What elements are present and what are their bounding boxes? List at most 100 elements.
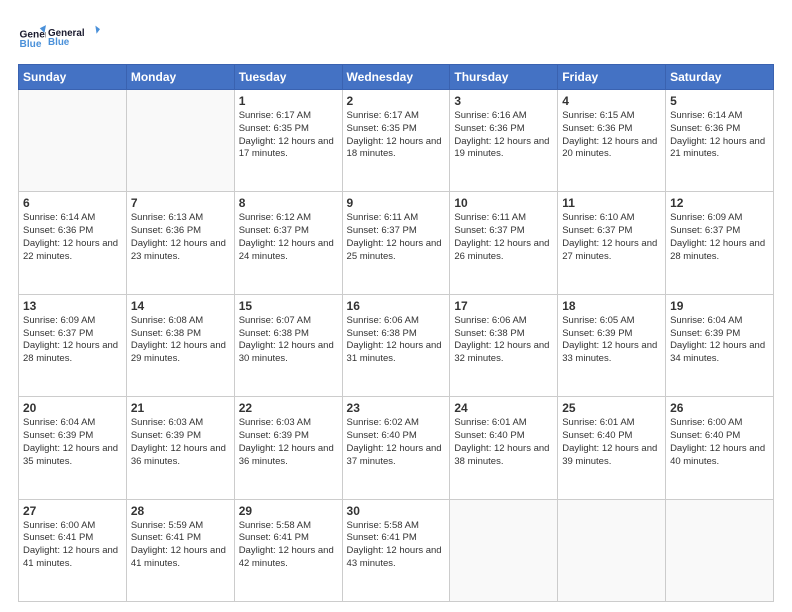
calendar-cell: 12Sunrise: 6:09 AMSunset: 6:37 PMDayligh… xyxy=(666,192,774,294)
calendar-cell: 10Sunrise: 6:11 AMSunset: 6:37 PMDayligh… xyxy=(450,192,558,294)
day-number: 10 xyxy=(454,196,553,210)
day-info: Daylight: 12 hours and 18 minutes. xyxy=(347,136,446,162)
day-info: Sunrise: 6:01 AM xyxy=(454,417,553,430)
calendar-cell: 28Sunrise: 5:59 AMSunset: 6:41 PMDayligh… xyxy=(126,499,234,601)
calendar-cell: 14Sunrise: 6:08 AMSunset: 6:38 PMDayligh… xyxy=(126,294,234,396)
calendar-cell: 5Sunrise: 6:14 AMSunset: 6:36 PMDaylight… xyxy=(666,90,774,192)
calendar-week-5: 27Sunrise: 6:00 AMSunset: 6:41 PMDayligh… xyxy=(19,499,774,601)
day-number: 5 xyxy=(670,94,769,108)
day-info: Sunrise: 6:00 AM xyxy=(23,520,122,533)
calendar-cell xyxy=(450,499,558,601)
day-info: Sunrise: 6:15 AM xyxy=(562,110,661,123)
calendar-cell: 11Sunrise: 6:10 AMSunset: 6:37 PMDayligh… xyxy=(558,192,666,294)
day-info: Daylight: 12 hours and 17 minutes. xyxy=(239,136,338,162)
day-info: Daylight: 12 hours and 41 minutes. xyxy=(131,545,230,571)
day-info: Daylight: 12 hours and 42 minutes. xyxy=(239,545,338,571)
day-info: Daylight: 12 hours and 27 minutes. xyxy=(562,238,661,264)
calendar-cell: 16Sunrise: 6:06 AMSunset: 6:38 PMDayligh… xyxy=(342,294,450,396)
day-info: Sunrise: 6:11 AM xyxy=(347,212,446,225)
day-info: Sunset: 6:39 PM xyxy=(131,430,230,443)
day-number: 16 xyxy=(347,299,446,313)
day-info: Sunrise: 5:59 AM xyxy=(131,520,230,533)
day-number: 3 xyxy=(454,94,553,108)
day-number: 28 xyxy=(131,504,230,518)
weekday-header-monday: Monday xyxy=(126,65,234,90)
weekday-header-wednesday: Wednesday xyxy=(342,65,450,90)
day-info: Daylight: 12 hours and 40 minutes. xyxy=(670,443,769,469)
calendar-cell: 27Sunrise: 6:00 AMSunset: 6:41 PMDayligh… xyxy=(19,499,127,601)
day-info: Sunrise: 6:06 AM xyxy=(347,315,446,328)
logo: General Blue General Blue xyxy=(18,18,100,54)
calendar-cell: 1Sunrise: 6:17 AMSunset: 6:35 PMDaylight… xyxy=(234,90,342,192)
day-info: Sunset: 6:41 PM xyxy=(239,532,338,545)
day-number: 8 xyxy=(239,196,338,210)
calendar-cell: 17Sunrise: 6:06 AMSunset: 6:38 PMDayligh… xyxy=(450,294,558,396)
calendar-cell: 30Sunrise: 5:58 AMSunset: 6:41 PMDayligh… xyxy=(342,499,450,601)
day-info: Sunrise: 6:13 AM xyxy=(131,212,230,225)
day-number: 12 xyxy=(670,196,769,210)
day-number: 17 xyxy=(454,299,553,313)
weekday-header-sunday: Sunday xyxy=(19,65,127,90)
day-info: Sunset: 6:38 PM xyxy=(131,328,230,341)
day-info: Sunset: 6:40 PM xyxy=(562,430,661,443)
calendar-cell xyxy=(558,499,666,601)
calendar-cell: 9Sunrise: 6:11 AMSunset: 6:37 PMDaylight… xyxy=(342,192,450,294)
calendar-cell: 23Sunrise: 6:02 AMSunset: 6:40 PMDayligh… xyxy=(342,397,450,499)
calendar-week-2: 6Sunrise: 6:14 AMSunset: 6:36 PMDaylight… xyxy=(19,192,774,294)
day-number: 15 xyxy=(239,299,338,313)
day-info: Daylight: 12 hours and 33 minutes. xyxy=(562,340,661,366)
calendar-cell: 4Sunrise: 6:15 AMSunset: 6:36 PMDaylight… xyxy=(558,90,666,192)
day-info: Sunset: 6:39 PM xyxy=(239,430,338,443)
day-info: Sunset: 6:37 PM xyxy=(670,225,769,238)
day-info: Daylight: 12 hours and 23 minutes. xyxy=(131,238,230,264)
day-info: Sunset: 6:37 PM xyxy=(454,225,553,238)
day-info: Sunset: 6:39 PM xyxy=(23,430,122,443)
calendar-table: SundayMondayTuesdayWednesdayThursdayFrid… xyxy=(18,64,774,602)
day-info: Daylight: 12 hours and 28 minutes. xyxy=(23,340,122,366)
day-info: Sunrise: 6:06 AM xyxy=(454,315,553,328)
day-info: Sunrise: 6:04 AM xyxy=(670,315,769,328)
calendar-cell: 15Sunrise: 6:07 AMSunset: 6:38 PMDayligh… xyxy=(234,294,342,396)
calendar-week-3: 13Sunrise: 6:09 AMSunset: 6:37 PMDayligh… xyxy=(19,294,774,396)
day-number: 6 xyxy=(23,196,122,210)
day-info: Sunset: 6:41 PM xyxy=(23,532,122,545)
calendar-week-4: 20Sunrise: 6:04 AMSunset: 6:39 PMDayligh… xyxy=(19,397,774,499)
day-info: Daylight: 12 hours and 39 minutes. xyxy=(562,443,661,469)
day-info: Sunset: 6:35 PM xyxy=(347,123,446,136)
day-info: Daylight: 12 hours and 21 minutes. xyxy=(670,136,769,162)
day-info: Sunset: 6:38 PM xyxy=(454,328,553,341)
calendar-cell: 26Sunrise: 6:00 AMSunset: 6:40 PMDayligh… xyxy=(666,397,774,499)
day-number: 2 xyxy=(347,94,446,108)
day-number: 11 xyxy=(562,196,661,210)
day-number: 29 xyxy=(239,504,338,518)
day-info: Daylight: 12 hours and 30 minutes. xyxy=(239,340,338,366)
weekday-header-saturday: Saturday xyxy=(666,65,774,90)
day-info: Sunset: 6:37 PM xyxy=(239,225,338,238)
day-number: 23 xyxy=(347,401,446,415)
day-info: Sunrise: 6:16 AM xyxy=(454,110,553,123)
day-info: Daylight: 12 hours and 41 minutes. xyxy=(23,545,122,571)
calendar-cell: 20Sunrise: 6:04 AMSunset: 6:39 PMDayligh… xyxy=(19,397,127,499)
calendar-cell: 3Sunrise: 6:16 AMSunset: 6:36 PMDaylight… xyxy=(450,90,558,192)
day-info: Daylight: 12 hours and 25 minutes. xyxy=(347,238,446,264)
weekday-header-tuesday: Tuesday xyxy=(234,65,342,90)
svg-text:Blue: Blue xyxy=(20,39,42,50)
day-info: Sunrise: 6:04 AM xyxy=(23,417,122,430)
day-info: Sunset: 6:40 PM xyxy=(454,430,553,443)
day-info: Daylight: 12 hours and 29 minutes. xyxy=(131,340,230,366)
calendar-cell: 13Sunrise: 6:09 AMSunset: 6:37 PMDayligh… xyxy=(19,294,127,396)
day-number: 25 xyxy=(562,401,661,415)
weekday-header-friday: Friday xyxy=(558,65,666,90)
calendar-cell: 21Sunrise: 6:03 AMSunset: 6:39 PMDayligh… xyxy=(126,397,234,499)
day-info: Sunset: 6:36 PM xyxy=(131,225,230,238)
day-info: Sunset: 6:40 PM xyxy=(670,430,769,443)
day-info: Sunrise: 6:01 AM xyxy=(562,417,661,430)
day-info: Daylight: 12 hours and 36 minutes. xyxy=(131,443,230,469)
calendar-cell: 7Sunrise: 6:13 AMSunset: 6:36 PMDaylight… xyxy=(126,192,234,294)
day-info: Sunset: 6:40 PM xyxy=(347,430,446,443)
calendar-cell: 29Sunrise: 5:58 AMSunset: 6:41 PMDayligh… xyxy=(234,499,342,601)
day-info: Daylight: 12 hours and 20 minutes. xyxy=(562,136,661,162)
day-info: Daylight: 12 hours and 22 minutes. xyxy=(23,238,122,264)
day-info: Sunset: 6:35 PM xyxy=(239,123,338,136)
day-info: Sunrise: 6:12 AM xyxy=(239,212,338,225)
